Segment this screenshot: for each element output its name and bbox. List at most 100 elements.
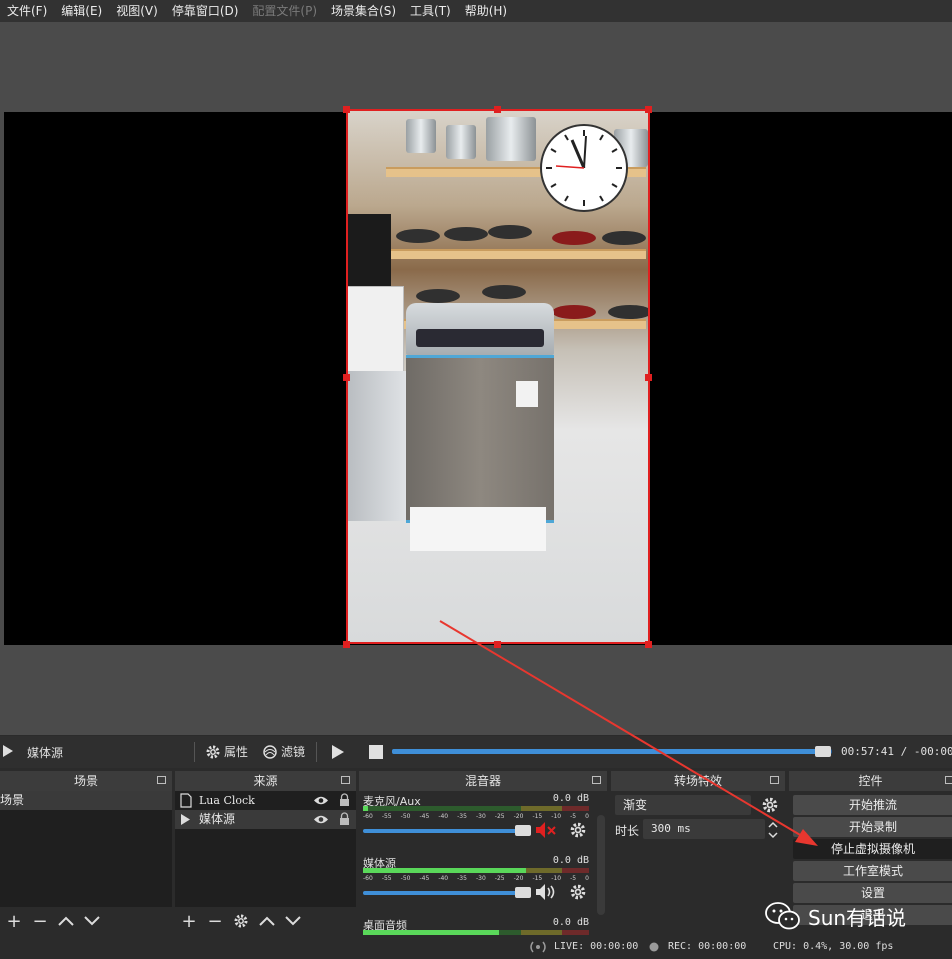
gear-icon[interactable] [569, 821, 587, 839]
media-progress-slider[interactable] [392, 746, 832, 757]
menu-file[interactable]: 文件(F) [0, 0, 54, 22]
filter-icon [263, 744, 277, 759]
float-icon[interactable] [945, 776, 952, 784]
meter-tick-label: -55 [381, 813, 392, 820]
preview-canvas[interactable] [4, 106, 952, 648]
gear-icon[interactable] [231, 911, 251, 931]
menu-bar: 文件(F) 编辑(E) 视图(V) 停靠窗口(D) 配置文件(P) 场景集合(S… [0, 0, 952, 22]
start-streaming-button[interactable]: 开始推流 [793, 795, 952, 815]
float-icon[interactable] [770, 776, 779, 784]
meter-tick-label: -45 [419, 813, 430, 820]
source-label: Lua Clock [199, 794, 255, 807]
volume-slider[interactable] [363, 825, 531, 836]
muted-speaker-icon[interactable] [535, 821, 557, 839]
selection-bounding-box[interactable] [346, 109, 650, 644]
studio-mode-button[interactable]: 工作室模式 [793, 861, 952, 881]
resize-handle[interactable] [494, 106, 501, 113]
float-icon[interactable] [341, 776, 350, 784]
transition-select[interactable]: 渐变 [615, 795, 751, 815]
meter-tick-label: -30 [475, 875, 486, 882]
stop-virtual-camera-button[interactable]: 停止虚拟摄像机 [793, 839, 952, 859]
resize-handle[interactable] [645, 374, 652, 381]
meter-tick-label: -25 [494, 813, 505, 820]
float-icon[interactable] [157, 776, 166, 784]
menu-view[interactable]: 视图(V) [109, 0, 165, 22]
chevron-down-icon[interactable] [283, 911, 303, 931]
rec-status: REC: 00:00:00 [668, 941, 747, 952]
chevron-down-icon[interactable] [82, 911, 102, 931]
menu-edit[interactable]: 编辑(E) [54, 0, 109, 22]
dock-title: 来源 [175, 771, 356, 791]
volume-meter [363, 806, 589, 811]
source-toolbar: + − [175, 907, 356, 935]
slider-knob[interactable] [515, 887, 531, 898]
mixer-body: 麦克风/Aux 0.0 dB -60 -55 -50 -45 -40 -35 -30 -25-… [359, 791, 607, 935]
menu-tools[interactable]: 工具(T) [403, 0, 458, 22]
resize-handle[interactable] [645, 106, 652, 113]
controls-title: 控件 [858, 774, 883, 788]
menu-help[interactable]: 帮助(H) [458, 0, 514, 22]
channel-db: 0.0 dB [552, 793, 589, 804]
eye-icon[interactable] [313, 814, 329, 825]
speaker-icon[interactable] [535, 883, 557, 901]
stop-icon [369, 745, 383, 759]
scene-item[interactable]: 场景 [0, 791, 172, 810]
mixer-title: 混音器 [464, 774, 501, 788]
start-recording-button[interactable]: 开始录制 [793, 817, 952, 837]
duration-input[interactable]: 300 ms [643, 819, 765, 839]
gear-icon[interactable] [761, 796, 779, 814]
wechat-icon [765, 902, 800, 930]
play-button[interactable] [331, 744, 345, 760]
source-list[interactable]: Lua Clock 媒体源 [175, 791, 356, 907]
meter-tick-label: -35 [457, 813, 467, 820]
resize-handle[interactable] [494, 641, 501, 648]
remove-icon[interactable]: − [30, 911, 50, 932]
meter-tick-label: -60 [363, 875, 373, 882]
resize-handle[interactable] [343, 641, 350, 648]
filters-button[interactable]: 滤镜 [262, 743, 305, 760]
resize-handle[interactable] [343, 106, 350, 113]
meter-tick-label: -55 [381, 875, 392, 882]
spinbox-arrows-icon[interactable] [766, 821, 780, 839]
sources-dock: 来源 Lua Clock 媒体源 + − [175, 771, 356, 935]
progress-knob[interactable] [815, 746, 832, 757]
menu-scene-collection[interactable]: 场景集合(S) [324, 0, 403, 22]
audio-mixer-dock: 混音器 麦克风/Aux 0.0 dB -60 -55 -50 -45 -40 -35 -30… [359, 771, 607, 935]
media-time: 00:57:41 / -00:00:0 [841, 745, 952, 758]
gear-icon[interactable] [569, 883, 587, 901]
meter-tick-label: -30 [475, 813, 486, 820]
add-icon[interactable]: + [4, 911, 24, 932]
source-item-media[interactable]: 媒体源 [175, 810, 356, 829]
meter-tick-label: -40 [438, 875, 449, 882]
scenes-title: 场景 [73, 774, 98, 788]
filters-label: 滤镜 [281, 745, 306, 759]
resize-handle[interactable] [645, 641, 652, 648]
float-icon[interactable] [592, 776, 601, 784]
duration-label: 时长 [615, 824, 640, 838]
add-icon[interactable]: + [179, 911, 199, 932]
mixer-scrollbar[interactable] [597, 815, 605, 915]
remove-icon[interactable]: − [205, 911, 225, 932]
menu-docks[interactable]: 停靠窗口(D) [165, 0, 246, 22]
volume-slider[interactable] [363, 887, 531, 898]
mixer-channel-mic: 麦克风/Aux 0.0 dB -60 -55 -50 -45 -40 -35 -30 -25-… [363, 793, 589, 853]
meter-tick-label: -20 [513, 875, 524, 882]
scene-list[interactable]: 场景 [0, 791, 172, 907]
dock-title: 场景 [0, 771, 172, 791]
preview-area[interactable] [0, 22, 952, 735]
resize-handle[interactable] [343, 374, 350, 381]
slider-knob[interactable] [515, 825, 531, 836]
media-controls-bar: 媒体源 属性 滤镜 00:57:41 / -00:00:0 [0, 736, 952, 768]
chevron-up-icon[interactable] [257, 911, 277, 931]
lock-icon[interactable] [339, 812, 350, 826]
stop-button[interactable] [369, 745, 383, 759]
eye-icon[interactable] [313, 795, 329, 806]
current-source-name: 媒体源 [27, 746, 64, 760]
dock-title: 混音器 [359, 771, 607, 791]
lock-icon[interactable] [339, 793, 350, 807]
source-item-lua-clock[interactable]: Lua Clock [175, 791, 356, 810]
properties-button[interactable]: 属性 [205, 743, 248, 760]
play-icon [332, 745, 344, 759]
chevron-up-icon[interactable] [56, 911, 76, 931]
mixer-channel-media: 媒体源 0.0 dB -60 -55 -50 -45 -40 -35 -30 -25 -20 -1… [363, 855, 589, 915]
